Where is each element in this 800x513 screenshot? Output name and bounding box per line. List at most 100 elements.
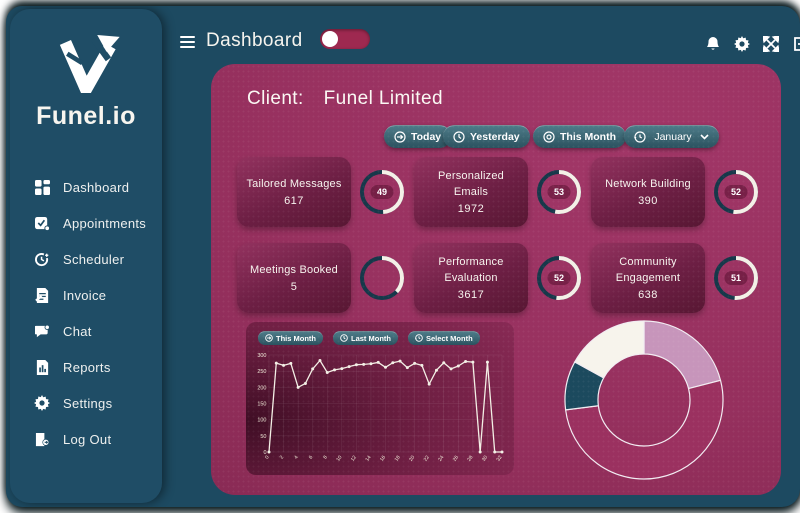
settings-gear-icon[interactable] [733, 35, 751, 53]
svg-text:8: 8 [322, 455, 329, 461]
stat-card: Meetings Booked 5 [237, 243, 351, 313]
clock-history-icon [340, 334, 348, 344]
svg-text:30: 30 [481, 455, 489, 463]
stat-cell-tailored-messages: Tailored Messages 617 49 [237, 157, 405, 227]
sidebar-nav: Dashboard Appointments Scheduler Invoice [10, 169, 162, 457]
logo-text: Funel.io [10, 102, 162, 131]
chart-range-buttons: This Month Last Month Select Month [258, 331, 480, 345]
sidebar-item-appointments[interactable]: Appointments [10, 205, 162, 241]
gauge-value: 53 [548, 185, 571, 199]
sidebar-item-scheduler[interactable]: Scheduler [10, 241, 162, 277]
stat-cell-personalized-emails: Personalized Emails 1972 53 [414, 157, 582, 227]
filter-row: Today Yesterday This Month January [211, 125, 781, 149]
progress-ring [359, 255, 405, 301]
stat-title: Personalized Emails [421, 169, 521, 201]
svg-text:50: 50 [260, 434, 266, 440]
scheduler-icon [34, 251, 50, 267]
sidebar-item-label: Dashboard [63, 180, 129, 195]
sidebar-item-chat[interactable]: Chat [10, 313, 162, 349]
sidebar-item-logout[interactable]: Log Out [10, 421, 162, 457]
line-chart-card: This Month Last Month Select Month 02468… [246, 322, 514, 475]
chart-select-month-button[interactable]: Select Month [408, 331, 480, 345]
svg-text:32: 32 [496, 455, 504, 463]
stat-cell-community-engagement: Community Engagement 638 51 [591, 243, 759, 313]
toggle-knob [322, 31, 338, 47]
stat-title: Community Engagement [598, 255, 698, 287]
stat-cell-meetings-booked: Meetings Booked 5 [237, 243, 405, 313]
sidebar-item-reports[interactable]: Reports [10, 349, 162, 385]
sidebar-item-label: Log Out [63, 432, 111, 447]
stat-value: 390 [638, 195, 658, 207]
menu-hamburger-icon[interactable] [180, 36, 195, 51]
today-filter-button[interactable]: Today [384, 125, 451, 148]
signout-exit-icon[interactable] [791, 35, 800, 53]
svg-text:16: 16 [379, 455, 387, 463]
chart-this-month-button[interactable]: This Month [258, 331, 323, 345]
svg-text:300: 300 [257, 353, 266, 359]
arrow-right-circle-icon [265, 334, 273, 344]
header-toggle[interactable] [320, 29, 370, 49]
chart-last-month-button[interactable]: Last Month [333, 331, 398, 345]
app-window: Funel.io Dashboard Appointments Schedule… [6, 6, 800, 507]
progress-ring: 52 [713, 169, 759, 215]
settings-gear-icon [34, 395, 50, 411]
filter-label: Yesterday [470, 131, 520, 143]
svg-text:6: 6 [308, 455, 315, 461]
svg-text:18: 18 [394, 455, 402, 463]
svg-text:200: 200 [257, 385, 266, 391]
month-select-value: January [654, 131, 691, 143]
yesterday-filter-button[interactable]: Yesterday [443, 125, 530, 148]
sidebar-item-label: Chat [63, 324, 92, 339]
svg-text:2: 2 [279, 455, 286, 461]
month-select-dropdown[interactable]: January [624, 125, 719, 148]
sidebar-item-label: Scheduler [63, 252, 124, 267]
svg-text:28: 28 [466, 455, 474, 463]
chevron-down-icon [700, 134, 709, 140]
history-restore-icon [415, 334, 423, 344]
progress-ring: 51 [713, 255, 759, 301]
target-circle-icon [543, 131, 555, 143]
stat-title: Meetings Booked [244, 263, 344, 279]
stat-title: Tailored Messages [244, 177, 344, 193]
gauge-value: 52 [548, 271, 571, 285]
funel-logo-icon [47, 80, 125, 97]
stat-value: 5 [291, 281, 298, 293]
stats-grid: Tailored Messages 617 49 Personalized Em… [237, 157, 757, 329]
this-month-filter-button[interactable]: This Month [533, 125, 626, 148]
gauge-value: 51 [725, 271, 748, 285]
stat-value: 638 [638, 289, 658, 301]
stat-title: Network Building [598, 177, 698, 193]
sidebar-item-settings[interactable]: Settings [10, 385, 162, 421]
chat-icon [34, 323, 50, 339]
svg-text:100: 100 [257, 418, 266, 424]
page-title: Dashboard [206, 30, 303, 52]
client-heading: Client:Funel Limited [247, 88, 443, 110]
stat-value: 617 [284, 195, 304, 207]
history-restore-icon [634, 131, 646, 143]
svg-text:26: 26 [452, 455, 460, 463]
notification-bell-icon[interactable] [704, 35, 722, 53]
stat-card: Community Engagement 638 [591, 243, 705, 313]
stat-card: Tailored Messages 617 [237, 157, 351, 227]
stat-card: Network Building 390 [591, 157, 705, 227]
progress-ring: 53 [536, 169, 582, 215]
fullscreen-expand-icon[interactable] [762, 35, 780, 53]
daily-activity-line-chart: 0246810121416182022242628303205010015020… [252, 350, 508, 473]
sidebar-item-label: Reports [63, 360, 111, 375]
gauge-value: 52 [725, 185, 748, 199]
svg-text:250: 250 [257, 369, 266, 375]
gauge-value: 49 [371, 185, 394, 199]
sidebar-item-invoice[interactable]: Invoice [10, 277, 162, 313]
stat-cell-performance-evaluation: Performance Evaluation 3617 52 [414, 243, 582, 313]
sidebar: Funel.io Dashboard Appointments Schedule… [10, 9, 162, 503]
svg-text:4: 4 [293, 455, 300, 461]
svg-text:12: 12 [350, 455, 358, 463]
chart-button-label: Last Month [351, 334, 391, 343]
sidebar-item-label: Appointments [63, 216, 146, 231]
svg-text:14: 14 [364, 455, 372, 463]
logout-icon [34, 431, 50, 447]
stat-card: Performance Evaluation 3617 [414, 243, 528, 313]
sidebar-item-label: Settings [63, 396, 112, 411]
sidebar-item-dashboard[interactable]: Dashboard [10, 169, 162, 205]
progress-ring: 52 [536, 255, 582, 301]
